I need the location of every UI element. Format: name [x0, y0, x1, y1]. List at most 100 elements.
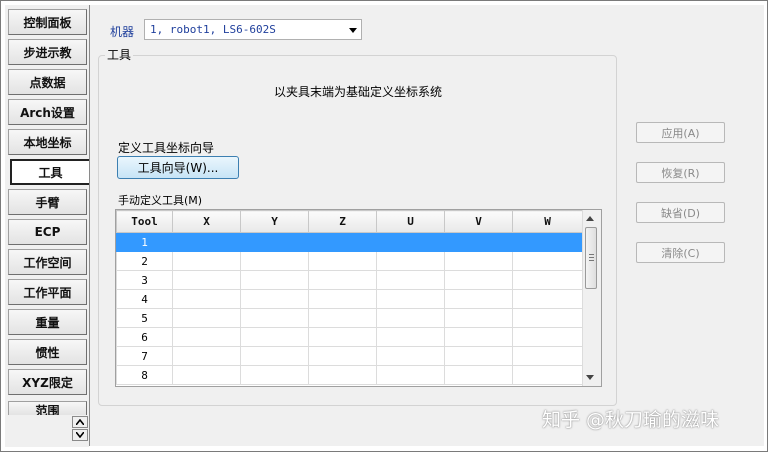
nav-scroll-up-button[interactable]: [72, 416, 88, 428]
table-row[interactable]: 5: [116, 308, 583, 328]
table-cell[interactable]: [376, 308, 445, 328]
table-cell[interactable]: [308, 251, 377, 271]
table-cell[interactable]: [444, 365, 513, 385]
tool-grid: Tool X Y Z U V W 1 2 3 4 5 6 7 8: [116, 210, 583, 385]
table-cell[interactable]: [444, 346, 513, 366]
nav-item-workspace[interactable]: 工作空间: [8, 249, 87, 275]
nav-item-ecp[interactable]: ECP: [8, 219, 87, 245]
watermark: 知乎 @秋刀瑜的滋味: [542, 409, 720, 431]
table-cell[interactable]: [376, 327, 445, 347]
tool-number-cell: 4: [116, 289, 173, 309]
robot-label: 机器: [110, 25, 135, 39]
apply-button[interactable]: 应用(A): [636, 122, 725, 143]
table-scrollbar[interactable]: [582, 210, 601, 386]
table-cell[interactable]: [172, 270, 241, 290]
table-cell[interactable]: [444, 251, 513, 271]
table-cell[interactable]: [240, 232, 309, 252]
column-header-z: Z: [308, 210, 377, 233]
tool-number-cell: 1: [116, 232, 173, 252]
table-cell[interactable]: [376, 346, 445, 366]
table-cell[interactable]: [512, 251, 583, 271]
column-header-y: Y: [240, 210, 309, 233]
table-cell[interactable]: [308, 232, 377, 252]
tool-number-cell: 7: [116, 346, 173, 366]
table-cell[interactable]: [172, 232, 241, 252]
table-cell[interactable]: [240, 346, 309, 366]
nav-item-local-coords[interactable]: 本地坐标: [8, 129, 87, 155]
clear-button[interactable]: 清除(C): [636, 242, 725, 263]
scrollbar-thumb[interactable]: [585, 227, 597, 289]
table-cell[interactable]: [444, 289, 513, 309]
table-cell[interactable]: [376, 251, 445, 271]
table-cell[interactable]: [444, 270, 513, 290]
table-cell[interactable]: [308, 270, 377, 290]
scroll-down-arrow-icon[interactable]: [586, 375, 594, 380]
table-cell[interactable]: [172, 327, 241, 347]
table-cell[interactable]: [172, 289, 241, 309]
table-cell[interactable]: [376, 289, 445, 309]
left-nav: 控制面板 步进示教 点数据 Arch设置 本地坐标 工具 手臂 ECP 工作空间…: [5, 5, 91, 447]
window-frame: 控制面板 步进示教 点数据 Arch设置 本地坐标 工具 手臂 ECP 工作空间…: [0, 0, 768, 452]
scroll-up-arrow-icon[interactable]: [586, 216, 594, 221]
table-cell[interactable]: [512, 365, 583, 385]
nav-item-arm[interactable]: 手臂: [8, 189, 87, 215]
tool-wizard-button[interactable]: 工具向导(W)...: [117, 156, 239, 179]
table-cell[interactable]: [512, 327, 583, 347]
nav-item-weight[interactable]: 重量: [8, 309, 87, 335]
table-row[interactable]: 8: [116, 365, 583, 385]
table-cell[interactable]: [308, 365, 377, 385]
nav-item-inertia[interactable]: 惯性: [8, 339, 87, 365]
column-header-v: V: [444, 210, 513, 233]
table-cell[interactable]: [240, 251, 309, 271]
table-cell[interactable]: [240, 365, 309, 385]
nav-item-work-plane[interactable]: 工作平面: [8, 279, 87, 305]
group-title: 工具: [105, 46, 134, 63]
nav-scroll-down-button[interactable]: [72, 429, 88, 441]
table-cell[interactable]: [444, 308, 513, 328]
tool-table[interactable]: Tool X Y Z U V W 1 2 3 4 5 6 7 8: [115, 209, 602, 387]
table-cell[interactable]: [512, 308, 583, 328]
nav-item-control-panel[interactable]: 控制面板: [8, 9, 87, 35]
nav-item-range[interactable]: 范围: [8, 401, 87, 415]
table-cell[interactable]: [172, 308, 241, 328]
table-row[interactable]: 1: [116, 232, 583, 252]
table-cell[interactable]: [308, 289, 377, 309]
table-cell[interactable]: [512, 289, 583, 309]
table-cell[interactable]: [172, 346, 241, 366]
table-cell[interactable]: [240, 308, 309, 328]
table-cell[interactable]: [172, 251, 241, 271]
table-cell[interactable]: [240, 327, 309, 347]
table-cell[interactable]: [308, 327, 377, 347]
table-row[interactable]: 7: [116, 346, 583, 366]
table-cell[interactable]: [376, 232, 445, 252]
table-cell[interactable]: [512, 346, 583, 366]
robot-select[interactable]: 1, robot1, LS6-602S: [144, 19, 362, 40]
default-button[interactable]: 缺省(D): [636, 202, 725, 223]
nav-item-jog-teach[interactable]: 步进示教: [8, 39, 87, 65]
table-cell[interactable]: [376, 365, 445, 385]
intro-text: 以夹具末端为基础定义坐标系统: [273, 85, 442, 99]
table-cell[interactable]: [308, 346, 377, 366]
nav-item-arch-settings[interactable]: Arch设置: [8, 99, 87, 125]
table-cell[interactable]: [240, 289, 309, 309]
nav-item-tool[interactable]: 工具: [10, 159, 91, 185]
restore-button[interactable]: 恢复(R): [636, 162, 725, 183]
table-row[interactable]: 2: [116, 251, 583, 271]
table-row[interactable]: 6: [116, 327, 583, 347]
table-cell[interactable]: [308, 308, 377, 328]
table-cell[interactable]: [512, 232, 583, 252]
table-cell[interactable]: [444, 232, 513, 252]
column-header-tool: Tool: [116, 210, 173, 233]
column-header-u: U: [376, 210, 445, 233]
table-row[interactable]: 3: [116, 270, 583, 290]
table-cell[interactable]: [172, 365, 241, 385]
nav-item-xyz-limits[interactable]: XYZ限定: [8, 369, 87, 395]
wizard-label: 定义工具坐标向导: [118, 141, 215, 155]
table-cell[interactable]: [444, 327, 513, 347]
table-row[interactable]: 4: [116, 289, 583, 309]
table-cell[interactable]: [376, 270, 445, 290]
table-cell[interactable]: [512, 270, 583, 290]
nav-item-point-data[interactable]: 点数据: [8, 69, 87, 95]
column-header-x: X: [172, 210, 241, 233]
table-cell[interactable]: [240, 270, 309, 290]
